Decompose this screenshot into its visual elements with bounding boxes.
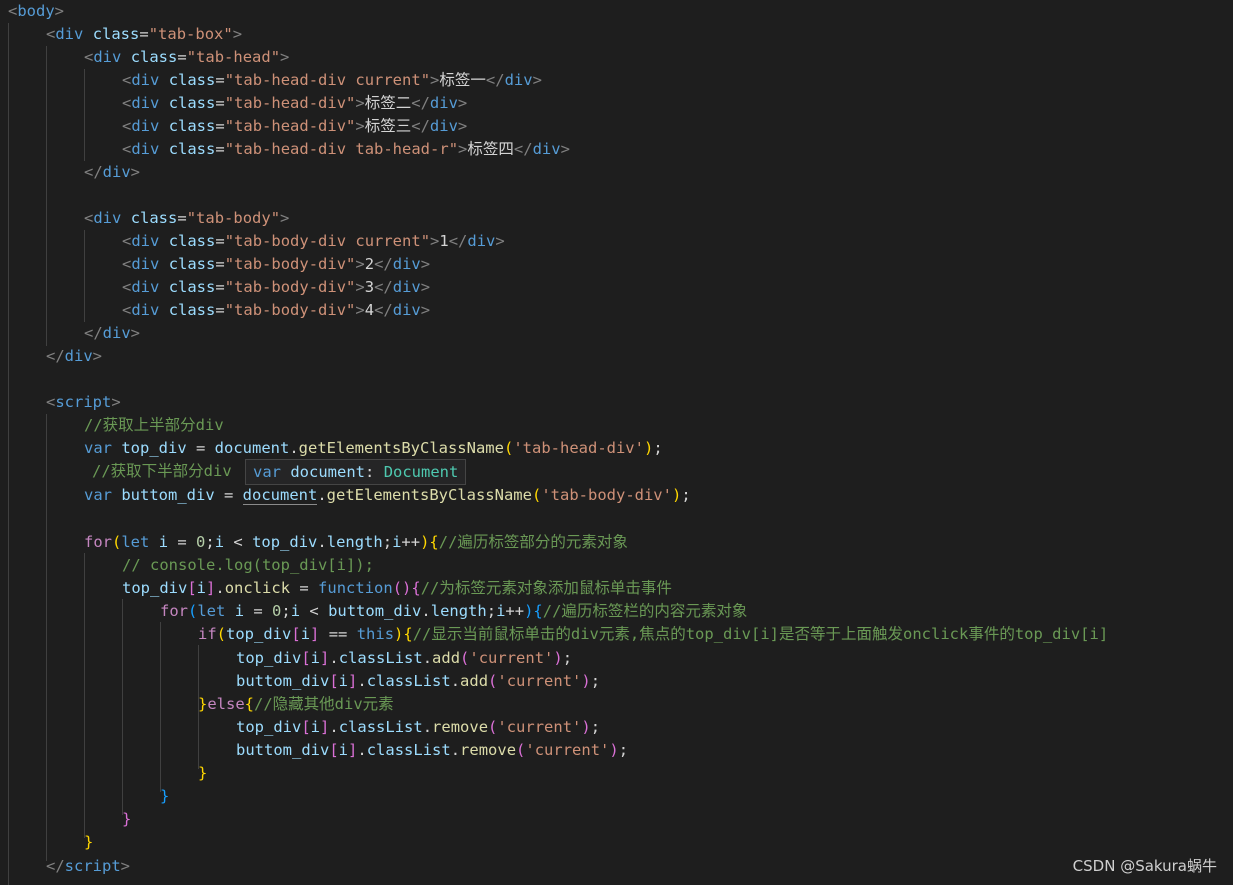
code-comment: //隐藏其他div元素 [254, 695, 394, 713]
code-line: <div class="tab-body"> [84, 209, 290, 227]
indent-guide [46, 46, 47, 346]
tab-label: 标签四 [467, 140, 514, 158]
code-line-tab-head: <div class="tab-head-div">标签二</div> [122, 94, 468, 112]
class-value: tab-body-div [234, 278, 347, 296]
class-value: tab-body-div [234, 301, 347, 319]
code-line: var top_div = document.getElementsByClas… [84, 439, 663, 457]
code-line-tab-head: <div class="tab-head-div tab-head-r">标签四… [122, 140, 570, 158]
code-editor[interactable]: <body> <div class="tab-box"> <div class=… [0, 0, 1233, 885]
tab-label: 标签三 [364, 117, 412, 135]
tab-body-text: 3 [364, 278, 375, 296]
class-value: tab-head-div tab-head-r [234, 140, 449, 158]
class-value: tab-body-div [234, 255, 347, 273]
code-line: buttom_div[i].classList.add('current'); [236, 672, 601, 690]
class-value: tab-head-div [234, 117, 347, 135]
hover-keyword: var [253, 463, 281, 481]
code-comment: //获取下半部分div [92, 462, 232, 480]
code-line: <div class="tab-box"> [46, 25, 243, 43]
string-literal: 'tab-head-div' [513, 439, 644, 457]
code-line-tab-body: <div class="tab-body-div">4</div> [122, 301, 431, 319]
watermark: CSDN @Sakura蜗牛 [1072, 857, 1217, 875]
indent-guide [46, 414, 47, 861]
code-line: for(let i = 0;i < buttom_div.length;i++)… [160, 602, 748, 620]
tab-body-text: 4 [364, 301, 375, 319]
hover-name: document [290, 463, 365, 481]
code-line: buttom_div[i].classList.remove('current'… [236, 741, 629, 759]
code-line: </div> [84, 324, 141, 342]
code-line: } [160, 787, 170, 805]
string-literal: 'current' [497, 672, 582, 690]
code-line: top_div[i].classList.add('current'); [236, 649, 573, 667]
code-line: top_div[i].onclick = function(){//为标签元素对… [122, 579, 672, 597]
code-line: top_div[i].classList.remove('current'); [236, 718, 601, 736]
code-line: </div> [46, 347, 103, 365]
code-line: }else{//隐藏其他div元素 [198, 695, 394, 713]
string-literal: 'tab-body-div' [541, 486, 672, 504]
code-line: var buttom_div = document.getElementsByC… [84, 486, 691, 505]
tab-label: 标签二 [364, 94, 412, 112]
code-line: if(top_div[i] == this){//显示当前鼠标单击的div元素,… [198, 625, 1109, 643]
indent-guide [84, 230, 85, 322]
code-line: } [84, 833, 94, 851]
tab-label: 标签一 [439, 71, 486, 89]
code-line: <div class="tab-head"> [84, 48, 290, 66]
hover-type: Document [383, 463, 459, 481]
code-line-tab-head: <div class="tab-head-div">标签三</div> [122, 117, 468, 135]
code-line: <script> [46, 393, 121, 411]
indent-guide [160, 622, 161, 792]
class-value: tab-head-div [234, 94, 347, 112]
class-value: tab-body-div current [234, 232, 421, 250]
code-comment: //获取上半部分div [84, 416, 224, 434]
indent-guide [8, 23, 9, 885]
class-value: tab-head-div current [234, 71, 421, 89]
code-comment: //遍历标签部分的元素对象 [438, 533, 628, 551]
tab-body-text: 1 [439, 232, 449, 250]
code-line-tab-body: <div class="tab-body-div">3</div> [122, 278, 431, 296]
code-line: } [122, 810, 132, 828]
string-literal: 'current' [497, 718, 582, 736]
indent-guide [122, 599, 123, 815]
hover-tooltip: var document: Document [245, 459, 467, 485]
code-line: for(let i = 0;i < top_div.length;i++){//… [84, 533, 628, 551]
code-line: </script> [46, 857, 131, 875]
code-line: </div> [84, 163, 141, 181]
hover-colon: : [365, 463, 375, 481]
code-comment: //遍历标签栏的内容元素对象 [542, 602, 748, 620]
indent-guide [84, 69, 85, 161]
code-comment: //显示当前鼠标单击的div元素,焦点的top_div[i]是否等于上面触发on… [412, 625, 1109, 643]
code-line-tab-body: <div class="tab-body-div">2</div> [122, 255, 431, 273]
code-line: <body> [8, 2, 65, 20]
code-line-tab-body: <div class="tab-body-div current">1</div… [122, 232, 505, 250]
code-comment: // console.log(top_div[i]); [122, 556, 374, 574]
code-line: } [198, 764, 208, 782]
code-line-tab-head: <div class="tab-head-div current">标签一</d… [122, 71, 542, 89]
string-literal: 'current' [525, 741, 610, 759]
indent-guide [84, 553, 85, 838]
code-comment: //为标签元素对象添加鼠标单击事件 [420, 579, 672, 597]
tab-body-text: 2 [364, 255, 375, 273]
string-literal: 'current' [469, 649, 554, 667]
